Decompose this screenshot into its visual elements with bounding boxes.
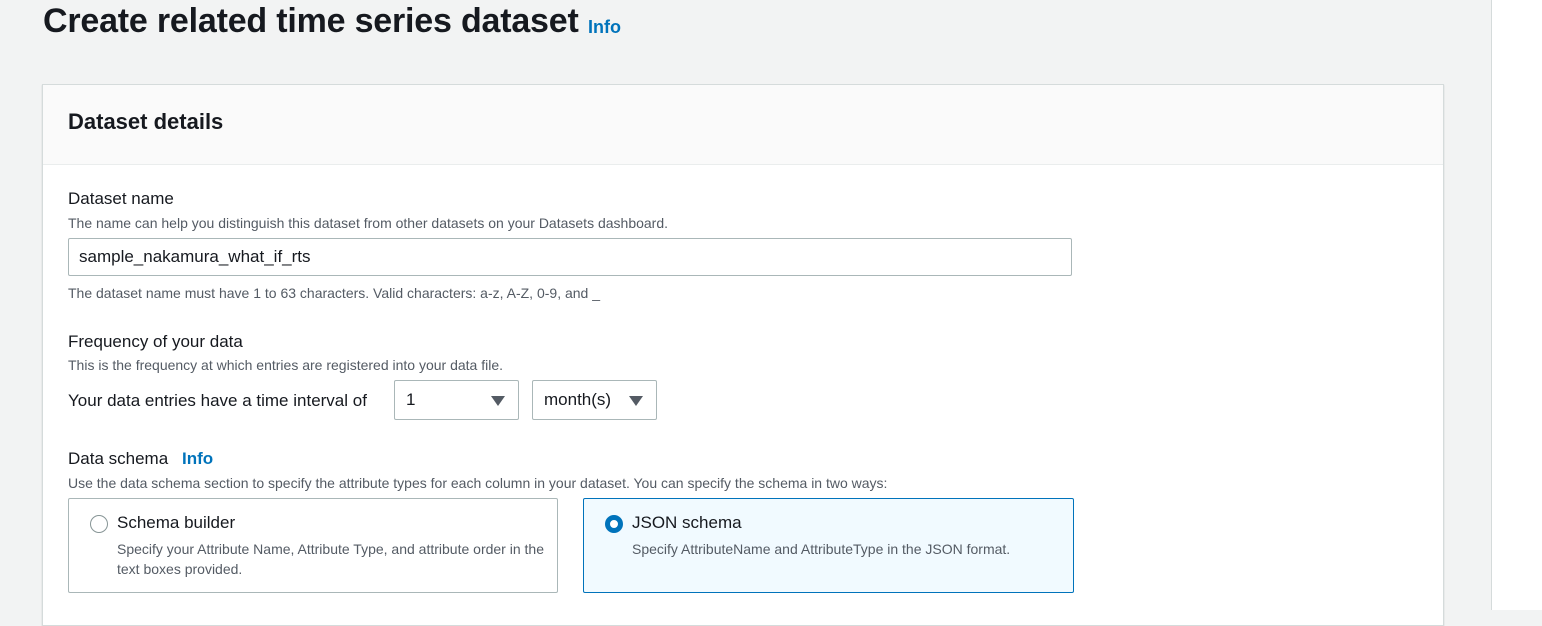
- schema-builder-option[interactable]: Schema builder Specify your Attribute Na…: [68, 498, 558, 593]
- json-schema-title: JSON schema: [632, 513, 742, 532]
- interval-unit-value: month(s): [544, 390, 612, 409]
- interval-value-select[interactable]: 1: [394, 380, 519, 420]
- right-side-panel: [1491, 0, 1542, 610]
- radio-unchecked-icon[interactable]: [90, 515, 108, 533]
- json-schema-option[interactable]: JSON schema Specify AttributeName and At…: [583, 498, 1074, 593]
- radio-checked-icon[interactable]: [605, 515, 623, 533]
- caret-down-icon: [491, 396, 505, 406]
- dataset-name-label: Dataset name: [68, 189, 174, 208]
- frequency-label: Frequency of your data: [68, 332, 243, 351]
- data-schema-label: Data schema: [68, 449, 169, 468]
- page-title: Create related time series dataset: [43, 2, 579, 40]
- caret-down-icon: [629, 396, 643, 406]
- interval-unit-select[interactable]: month(s): [532, 380, 657, 420]
- container-header: Dataset details: [43, 85, 1443, 165]
- title-info-link[interactable]: Info: [588, 17, 621, 38]
- dataset-details-container: Dataset details Dataset name The name ca…: [42, 84, 1444, 626]
- section-title: Dataset details: [68, 109, 224, 134]
- data-schema-description: Use the data schema section to specify t…: [68, 475, 888, 491]
- dataset-name-constraint: The dataset name must have 1 to 63 chara…: [68, 285, 601, 301]
- interval-value: 1: [406, 390, 416, 409]
- json-schema-description: Specify AttributeName and AttributeType …: [632, 541, 1011, 557]
- interval-label: Your data entries have a time interval o…: [68, 391, 367, 410]
- dataset-name-input[interactable]: [68, 238, 1072, 276]
- dataset-name-description: The name can help you distinguish this d…: [68, 215, 669, 231]
- frequency-description: This is the frequency at which entries a…: [68, 357, 503, 373]
- schema-builder-title: Schema builder: [117, 513, 236, 532]
- schema-builder-description: Specify your Attribute Name, Attribute T…: [117, 541, 544, 577]
- data-schema-info-link[interactable]: Info: [182, 449, 213, 469]
